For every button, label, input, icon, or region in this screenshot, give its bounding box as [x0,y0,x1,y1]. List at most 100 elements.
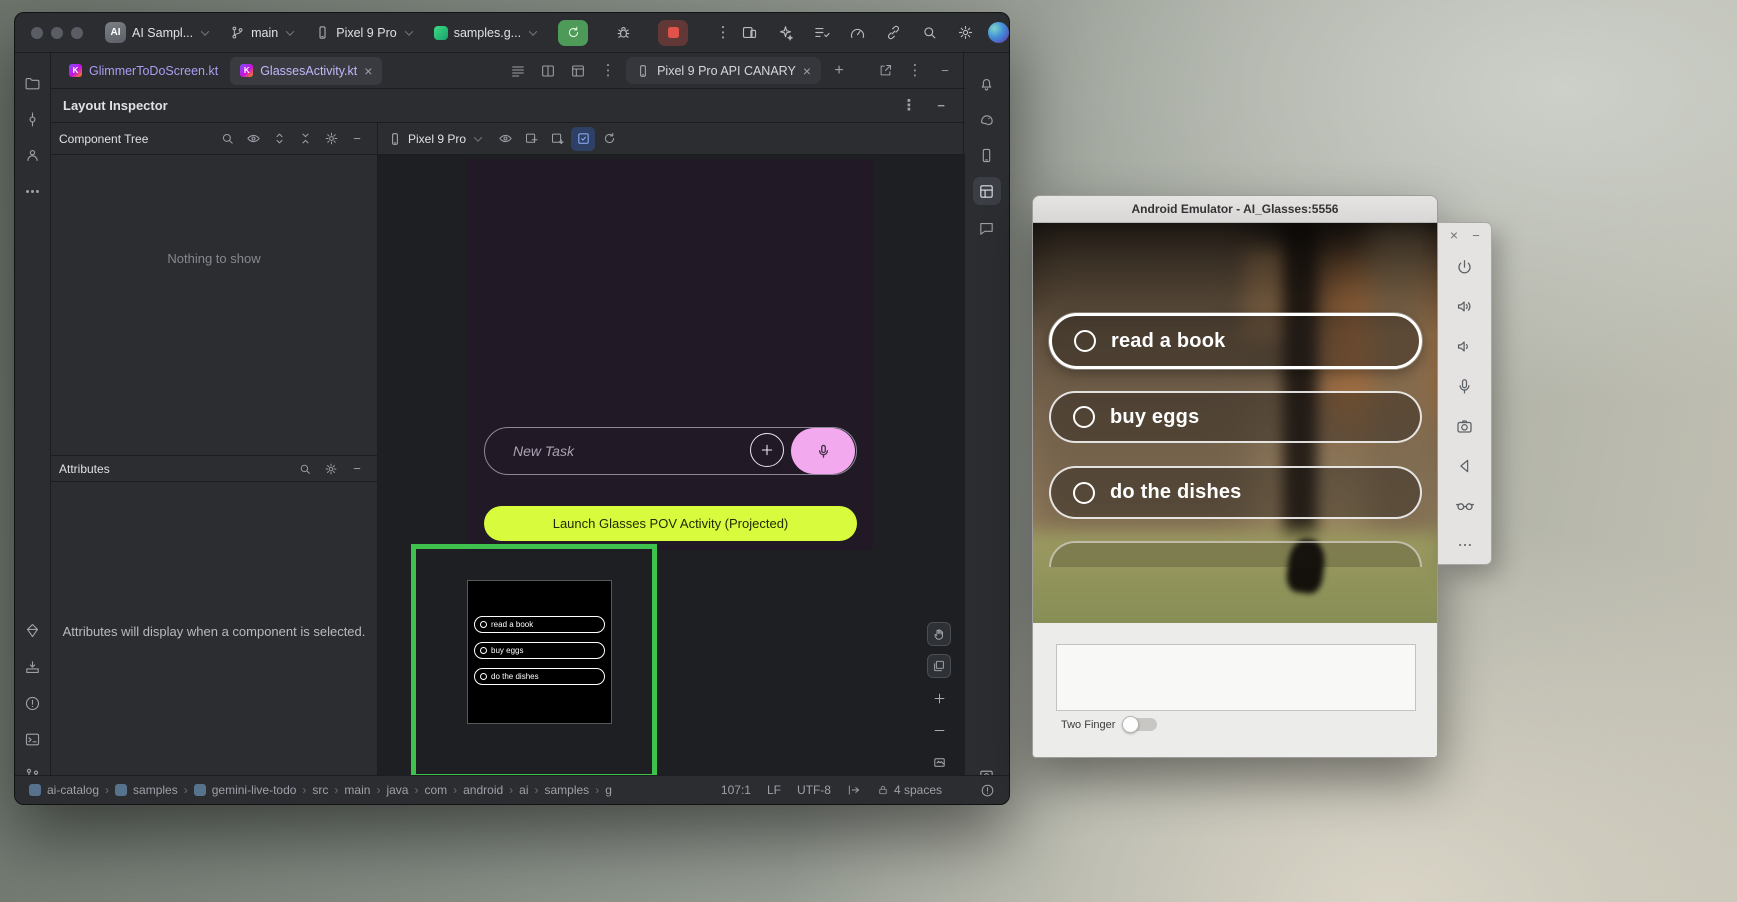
launch-glasses-button[interactable]: Launch Glasses POV Activity (Projected) [484,506,857,541]
breadcrumb-item[interactable]: ai [519,783,528,797]
todo-pill[interactable]: do the dishes [1049,466,1422,519]
layout-frame-button[interactable] [566,59,590,83]
breadcrumb-item[interactable]: com [424,783,447,797]
breadcrumb-item[interactable]: android [463,783,503,797]
layer-view-button[interactable] [927,654,951,678]
close-window-button[interactable] [31,27,43,39]
radio-circle-icon[interactable] [1073,482,1095,504]
close-toolbar-button[interactable] [1446,227,1462,243]
radio-circle-icon[interactable] [1074,330,1096,352]
device-select-widget[interactable]: Pixel 9 Pro [315,25,411,40]
zoom-fit-button[interactable] [927,750,951,774]
attributes-search-button[interactable] [293,457,317,481]
breadcrumb-item[interactable]: ai-catalog [47,783,99,797]
gradle-tool-button[interactable] [973,105,1001,133]
project-tool-button[interactable] [19,69,47,97]
more-tools-button[interactable] [19,177,47,205]
device-mirroring-button[interactable] [736,20,762,46]
minimize-inspector-button[interactable] [929,94,953,118]
inspection-status-button[interactable] [980,783,995,798]
device-manager-button[interactable] [973,141,1001,169]
preview-visibility-button[interactable] [493,127,517,151]
snapshot-export-button[interactable] [545,127,569,151]
close-tab-icon[interactable] [364,64,372,78]
volume-up-button[interactable] [1453,294,1477,318]
emulator-titlebar[interactable]: Android Emulator - AI_Glasses:5556 [1033,196,1437,223]
terminal-tool-button[interactable] [19,725,47,753]
build-tool-button[interactable] [19,653,47,681]
zoom-out-button[interactable] [927,718,951,742]
hide-tree-button[interactable] [345,127,369,151]
todo-pill-selected[interactable]: read a book [1049,313,1422,369]
structure-tool-button[interactable] [19,141,47,169]
minimize-toolbar-button[interactable] [1468,227,1484,243]
project-widget[interactable]: AI AI Sampl... [105,22,208,43]
breadcrumb-item[interactable]: samples [133,783,178,797]
rerun-button[interactable] [558,20,588,46]
open-in-window-button[interactable] [873,59,897,83]
add-device-tab-button[interactable] [827,59,851,83]
breadcrumb-item[interactable]: main [344,783,370,797]
ai-assist-button[interactable] [772,20,798,46]
profiler-button[interactable] [844,20,870,46]
running-devices-tab[interactable]: Pixel 9 Pro API CANARY [626,57,821,84]
indent-style-icon[interactable] [847,783,861,797]
device-render-surface[interactable]: New Task Launch Glasses POV Activity (Pr… [378,155,965,775]
run-options-kebab[interactable] [710,20,736,46]
breadcrumb-item[interactable]: java [386,783,408,797]
back-button[interactable] [1453,454,1477,478]
emulator-screen[interactable]: read a book buy eggs do the dishes [1033,223,1437,623]
breadcrumb[interactable]: ai-catalog › samples › gemini-live-todo … [29,783,612,797]
zoom-in-button[interactable] [927,686,951,710]
voice-input-button[interactable] [791,428,855,474]
todo-pill[interactable]: buy eggs [1049,391,1422,443]
refresh-button[interactable] [597,127,621,151]
hide-tool-window-button[interactable] [933,59,957,83]
todo-list-button[interactable] [808,20,834,46]
run-config-widget[interactable]: samples.g... [434,26,536,40]
tool-window-kebab[interactable] [903,59,927,83]
app-screenshot[interactable]: New Task Launch Glasses POV Activity (Pr… [468,159,873,550]
cursor-position[interactable]: 107:1 [721,783,751,797]
attributes-settings-button[interactable] [319,457,343,481]
layout-list-button[interactable] [506,59,530,83]
settings-button[interactable] [952,20,978,46]
glasses-mode-button[interactable] [1453,493,1477,517]
volume-down-button[interactable] [1453,334,1477,358]
layout-inspector-button[interactable] [973,177,1001,205]
file-encoding[interactable]: UTF-8 [797,783,831,797]
line-separator[interactable]: LF [767,783,781,797]
component-tree-panel[interactable]: Nothing to show [51,155,377,456]
touch-input-area[interactable] [1056,644,1416,711]
camera-button[interactable] [1453,414,1477,438]
breadcrumb-item[interactable]: samples [545,783,590,797]
inspector-options-kebab[interactable] [897,94,921,118]
zoom-window-button[interactable] [71,27,83,39]
radio-circle-icon[interactable] [1073,406,1095,428]
minimize-window-button[interactable] [51,27,63,39]
breadcrumb-item[interactable]: gemini-live-todo [212,783,297,797]
notifications-button[interactable] [973,69,1001,97]
editor-options-kebab[interactable] [596,59,620,83]
layout-columns-button[interactable] [536,59,560,83]
live-updates-toggle[interactable] [571,127,595,151]
breadcrumb-item[interactable]: g [605,783,612,797]
more-options-button[interactable] [1453,533,1477,557]
mic-button[interactable] [1453,374,1477,398]
hide-attributes-button[interactable] [345,457,369,481]
expand-all-button[interactable] [267,127,291,151]
commit-tool-button[interactable] [19,105,47,133]
stop-button[interactable] [658,20,688,46]
attributes-panel[interactable]: Attributes will display when a component… [51,482,377,775]
snapshot-add-button[interactable] [519,127,543,151]
close-tab-icon[interactable] [803,64,811,78]
tree-search-button[interactable] [215,127,239,151]
collapse-all-button[interactable] [293,127,317,151]
tab-glimmertodoscreen[interactable]: K GlimmerToDoScreen.kt [59,57,228,85]
vcs-branch-widget[interactable]: main [230,25,293,40]
profile-avatar[interactable] [988,22,1009,43]
power-button[interactable] [1453,255,1477,279]
profiler-bug-button[interactable] [610,20,636,46]
breadcrumb-item[interactable]: src [312,783,328,797]
tree-settings-button[interactable] [319,127,343,151]
